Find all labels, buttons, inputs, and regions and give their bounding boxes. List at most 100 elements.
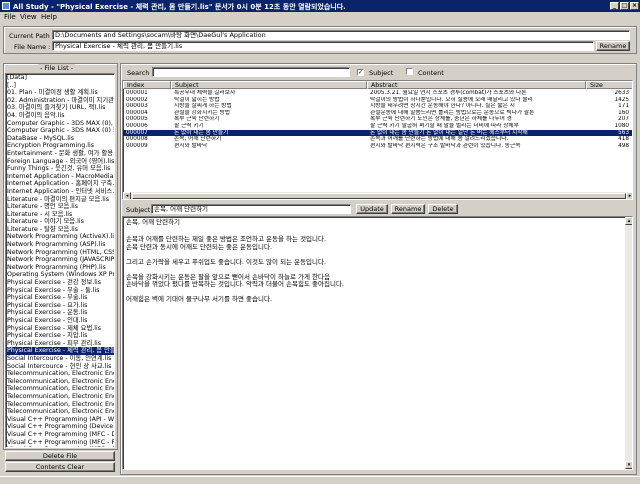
table-row[interactable]: 000004 관절을 강화시키는 방법 관절운동에 대해 말씀드리면 틀리는 방법으… — [123, 109, 632, 117]
file-list-item[interactable]: Foreign Language - 외국어 (영어).lis — [6, 158, 114, 166]
file-list-item[interactable]: Visual C++ Programming (MFC - Data — [6, 431, 114, 439]
file-list-item[interactable]: Physical Exercise - 인대.lis — [6, 317, 114, 325]
cell-abstract: 탁걸이의 방법이 하나뿐입니다. 오히 실용에 오래 매달리고 있다 올리 — [370, 96, 533, 103]
cell-abstract: 편지와 발바닥 편지력은 구조 발바닥과 관련이 있습니다. 동근쪽 — [370, 142, 521, 149]
file-list-item[interactable]: Physical Exercise - 지압.lis — [6, 332, 114, 340]
cell-subject: 관절을 강화시키는 방법 — [174, 109, 230, 116]
file-list-item[interactable]: Visual C++ Programming (MFC - Grap — [6, 446, 114, 447]
file-list-item[interactable]: Visual C++ Programming (API - Windo — [6, 416, 114, 424]
cell-abstract: 손목과 어깨를 단련하는 방법에 대해 좀 알려드리겠습니다. — [370, 136, 509, 143]
file-list-item[interactable]: Telecommunication, Electronic Engin — [6, 378, 114, 386]
content-textarea[interactable]: 손목, 어깨 단련하기 손목과 어깨를 단련하는 제일 좋은 방법은 조언하고 … — [122, 216, 633, 470]
delete-file-button[interactable]: Delete File — [5, 451, 115, 461]
file-list[interactable]: [Data] [..] 01. Plan - 미결이정 생활 계획.lis 02. A… — [5, 73, 115, 448]
file-list-item[interactable]: Internet Application - 인터넷 서비스.lis — [6, 188, 114, 196]
file-name-field[interactable]: Physical Exercise - 체력 관리, 몸 만들기.lis — [52, 41, 594, 51]
subject-input[interactable]: 손목, 어깨 단련하기 — [151, 204, 351, 214]
file-list-item[interactable]: Network Programming (ActiveX).lis — [6, 233, 114, 241]
file-list-item[interactable]: Telecommunication, Electronic Engin — [6, 370, 114, 378]
file-list-item[interactable]: Visual C++ Programming (Device Driv — [6, 423, 114, 431]
detail-rename-button[interactable]: Rename — [391, 204, 425, 214]
file-list-item[interactable]: Network Programming (JAVASCRIPT).li — [6, 256, 114, 264]
scroll-up-icon[interactable]: ▴ — [625, 217, 632, 225]
scroll-right-icon[interactable]: ▸ — [626, 192, 632, 199]
col-subject-header[interactable]: Subject — [171, 81, 367, 89]
file-list-item[interactable]: Telecommunication, Electronic Engin — [6, 408, 114, 416]
table-row[interactable]: 000007 돈 없이 내는 몸 만들기 돈 없이 내는 몸 만들기 돈 없이 내는… — [123, 129, 632, 137]
file-list-item[interactable]: Internet Application - 홈페이지 구축.lis — [6, 180, 114, 188]
search-input[interactable] — [152, 67, 350, 77]
table-body: 000001 특공무대 체력을 길러보자 2005.3.21. 월요일 연지 스포츠… — [123, 90, 632, 199]
cell-subject: 탁걸이 넓히는 방법 — [174, 96, 220, 103]
content-checkbox[interactable] — [406, 68, 413, 77]
table-row[interactable]: 000001 특공무대 체력을 길러보자 2005.3.21. 월요일 연지 스포츠… — [123, 90, 632, 97]
menu-help[interactable]: Help — [41, 13, 57, 21]
file-list-item[interactable]: [Data] — [6, 74, 114, 82]
file-list-item[interactable]: Social Intercource - 현인 상 사교.lis — [6, 363, 114, 371]
file-list-item[interactable]: Operating System (Windows XP Profe — [6, 271, 114, 279]
file-list-item[interactable]: Visual C++ Programming (MFC - File — [6, 439, 114, 447]
cell-size: 2633 — [614, 90, 629, 96]
file-list-item[interactable]: Network Programming (PHP).lis — [6, 264, 114, 272]
table-row[interactable]: 000008 손목, 어깨 단련하기 손목과 어깨를 단련하는 방법에 대해 좀 알… — [123, 136, 632, 143]
file-list-item[interactable]: Telecommunication, Electronic Engin — [6, 385, 114, 393]
scroll-thumb[interactable] — [132, 193, 626, 199]
cell-index: 000004 — [126, 109, 148, 116]
scroll-left-icon[interactable]: ◂ — [123, 192, 131, 199]
maximize-button[interactable]: □ — [620, 2, 629, 10]
detail-delete-button[interactable]: Delete — [428, 204, 458, 214]
table-row[interactable]: 000006 팔 근력 키기 팔 근력 키기 팔굽혀 펴기할 때 팔을 벌리는 너비… — [123, 123, 632, 130]
contents-clear-button[interactable]: Contents Clear — [5, 462, 115, 472]
file-list-item[interactable]: 04. 마결이의 음악.lis — [6, 112, 114, 120]
col-index-header[interactable]: Index — [123, 81, 171, 89]
article-table[interactable]: Index Subject Abstract Size 000001 특공무대 체… — [122, 80, 633, 200]
cell-subject: 지방을 살찌게 하는 방법 — [174, 103, 232, 110]
window-title: All Study - "Physical Exercise - 체력 관리, … — [13, 3, 346, 11]
cell-index: 000003 — [126, 103, 148, 110]
table-row[interactable]: 000005 복부 근육 단련하기 복부 근육 단련하기 노인은 상체를, 중년은 … — [123, 116, 632, 123]
file-list-item[interactable]: Network Programming (HTML, CSS).lis — [6, 249, 114, 257]
file-list-item[interactable]: Literature - 탈향 모음.lis — [6, 226, 114, 234]
file-list-item[interactable]: 03. 마결이의 즐겨찾기 (URL, 책).lis — [6, 104, 114, 112]
menu-view[interactable]: View — [20, 13, 37, 21]
current-path-field[interactable]: D:\Documents and Settings\socam\바탕 화면\Da… — [52, 30, 630, 40]
table-row[interactable]: 000009 편지와 발바닥 편지와 발바닥 편지력은 구조 발바닥과 관련이 있습… — [123, 142, 632, 150]
file-list-item[interactable]: Telecommunication, Electronic Engin — [6, 393, 114, 401]
col-abstract-header[interactable]: Abstract — [367, 81, 586, 89]
scroll-down-icon[interactable]: ▾ — [625, 461, 632, 469]
table-row[interactable]: 000003 지방을 살찌게 하는 방법 지방을 태우려면 장시간 운동해야 한다?… — [123, 103, 632, 110]
col-size-header[interactable]: Size — [586, 81, 632, 89]
table-hscrollbar[interactable]: ◂ ▸ — [123, 192, 632, 199]
app-icon — [2, 2, 10, 10]
close-button[interactable]: × — [630, 2, 639, 10]
file-list-item[interactable]: Entertainment - 문화 생활, 여가 활용.lis — [6, 150, 114, 158]
update-button[interactable]: Update — [356, 204, 388, 214]
file-list-item[interactable]: Social Intercource - 이동, 인연계.lis — [6, 355, 114, 363]
cell-size: 207 — [618, 116, 629, 123]
subject-checkbox[interactable]: ✓ — [357, 68, 364, 76]
file-list-item[interactable]: Literature - 이야기 모음.lis — [6, 218, 114, 226]
file-list-item[interactable]: 01. Plan - 미결이정 생활 계획.lis — [6, 89, 114, 97]
file-list-item[interactable]: Physical Exercise - 무술.lis — [6, 294, 114, 302]
menu-file[interactable]: File — [4, 13, 16, 21]
minimize-button[interactable]: _ — [610, 2, 619, 10]
status-bar — [0, 476, 640, 484]
file-list-item[interactable]: Encryption Programming.lis — [6, 142, 114, 150]
content-vscrollbar[interactable]: ▴ ▾ — [625, 217, 632, 469]
cell-size: 1080 — [614, 123, 629, 129]
file-list-item[interactable]: Physical Exercise - 체력 관리, 몸 만들 — [6, 347, 114, 355]
file-rename-button[interactable]: Rename — [596, 41, 630, 51]
file-list-item[interactable]: Literature - 마결이의 편지글 모음.lis — [6, 196, 114, 204]
current-path-label: Current Path : — [9, 32, 55, 40]
file-list-item[interactable]: Literature - 명언 모음.lis — [6, 203, 114, 211]
file-list-item[interactable]: Computer Graphic - 3DS MAX (0) 모음 — [6, 127, 114, 135]
file-list-item[interactable]: Telecommunication, Electronic Engin — [6, 401, 114, 409]
file-list-item[interactable]: Network Programming (ASP).lis — [6, 241, 114, 249]
file-list-item[interactable]: DataBase - MySQL.lis — [6, 135, 114, 143]
table-row[interactable]: 000002 탁걸이 넓히는 방법 탁걸이의 방법이 하나뿐입니다. 오히 실용에 … — [123, 96, 632, 104]
file-list-item[interactable]: Physical Exercise - 걷강 정보.lis — [6, 279, 114, 287]
cell-size: 1425 — [614, 96, 629, 103]
cell-size: 418 — [618, 136, 629, 143]
file-list-item[interactable]: Physical Exercise - 운동.lis — [6, 309, 114, 317]
file-list-item[interactable]: Funny Things - 웃긴것, 유머 모음.lis — [6, 165, 114, 173]
